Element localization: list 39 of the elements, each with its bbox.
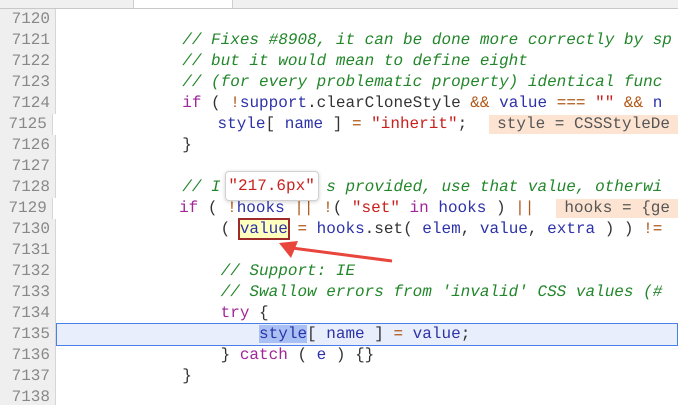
- line-number: 7138: [0, 387, 56, 405]
- code-text: // Swallow errors from 'invalid' CSS values (#: [220, 282, 662, 303]
- line-number: 7136: [0, 345, 56, 366]
- code-text: // (for every problematic property) identical func: [181, 72, 662, 93]
- code-text: style[ name ] = "inherit";: [216, 114, 468, 135]
- line-number: 7122: [0, 51, 56, 72]
- line-number: 7123: [0, 72, 56, 93]
- line-number: 7135: [0, 324, 56, 345]
- line-number: 7129: [0, 198, 53, 219]
- line-number: 7130: [0, 219, 56, 240]
- code-text: // I: [181, 177, 221, 198]
- inline-value-hint: hooks = {ge: [556, 199, 678, 218]
- value-tooltip: "217.6px": [224, 171, 319, 201]
- line-number: 7131: [0, 240, 56, 261]
- line-number: 7127: [0, 156, 56, 177]
- line-number: 7124: [0, 93, 56, 114]
- code-text: // but it would mean to define eight: [181, 51, 528, 72]
- line-number: 7133: [0, 282, 56, 303]
- code-text: } catch ( e ) {}: [220, 345, 374, 366]
- code-text: style[ name ] = value;: [258, 324, 470, 345]
- code-text: if ( !support.clearCloneStyle && value === "" && n: [181, 93, 662, 114]
- code-text: }: [181, 135, 192, 156]
- code-text: try {: [220, 303, 269, 324]
- line-number: 7137: [0, 366, 56, 387]
- line-number: 7125: [0, 114, 53, 135]
- code-text: ( value = hooks.set( elem, value, extra ) ) !=: [220, 219, 662, 240]
- code-text: // Fixes #8908, it can be done more correctly by sp: [181, 30, 672, 51]
- line-number: 7121: [0, 30, 56, 51]
- code-text: if ( !hooks || !( "set" in hooks ) ||: [178, 198, 534, 219]
- code-text: s provided, use that value, otherwi: [326, 177, 662, 198]
- editor-tab[interactable]: [133, 0, 233, 8]
- inline-value-hint: style = CSSStyleDe: [489, 115, 678, 134]
- line-number: 7134: [0, 303, 56, 324]
- code-text: // Support: IE: [220, 261, 356, 282]
- code-text: }: [181, 366, 192, 387]
- line-number: 7126: [0, 135, 56, 156]
- line-number: 7128: [0, 177, 56, 198]
- line-number: 7120: [0, 9, 56, 30]
- line-number: 7132: [0, 261, 56, 282]
